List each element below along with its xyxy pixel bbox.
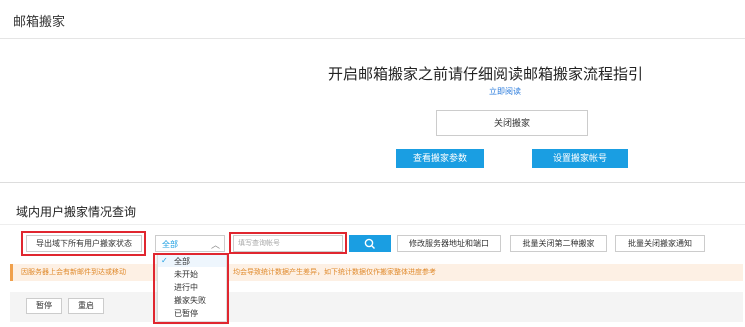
action-bar xyxy=(10,292,743,322)
status-select-value: 全部 xyxy=(162,240,178,249)
stats-warning: 因服务器上会有新邮件到达或移动 均会导致统计数据产生差异，如下统计数据仅作搬家整… xyxy=(10,264,743,281)
highlight-search xyxy=(229,232,347,254)
page-title: 邮箱搬家 xyxy=(13,14,66,29)
chevron-up-icon: ︿ xyxy=(210,240,220,250)
search-icon xyxy=(364,238,375,249)
read-now-link[interactable]: 立即阅读 xyxy=(489,86,521,97)
view-params-button[interactable]: 查看搬家参数 xyxy=(396,149,484,168)
batch-close-notice-button[interactable]: 批量关闭搬家通知 xyxy=(615,235,705,252)
set-account-button[interactable]: 设置搬家帐号 xyxy=(532,149,628,168)
search-button[interactable] xyxy=(349,235,391,252)
pause-button[interactable]: 暂停 xyxy=(26,298,62,314)
migration-guide-panel: 邮箱搬家 开启邮箱搬家之前请仔细阅读邮箱搬家流程指引 立即阅读 关闭搬家 查看搬… xyxy=(0,0,745,183)
warning-text-left: 因服务器上会有新邮件到达或移动 xyxy=(21,269,126,276)
restart-button[interactable]: 重启 xyxy=(68,298,104,314)
highlight-export xyxy=(21,231,146,256)
guide-heading: 开启邮箱搬家之前请仔细阅读邮箱搬家流程指引 xyxy=(328,66,644,83)
highlight-dropdown xyxy=(153,253,229,324)
title-divider xyxy=(0,38,745,39)
edit-server-button[interactable]: 修改服务器地址和端口 xyxy=(397,235,501,252)
batch-close-second-button[interactable]: 批量关闭第二种搬家 xyxy=(510,235,607,252)
warning-text-right: 均会导致统计数据产生差异，如下统计数据仅作搬家整体进度参考 xyxy=(233,269,436,276)
section-divider xyxy=(0,224,745,225)
close-migration-button[interactable]: 关闭搬家 xyxy=(436,110,588,136)
status-select[interactable]: 全部 ︿ xyxy=(155,235,225,252)
section-title: 域内用户搬家情况查询 xyxy=(16,205,137,219)
